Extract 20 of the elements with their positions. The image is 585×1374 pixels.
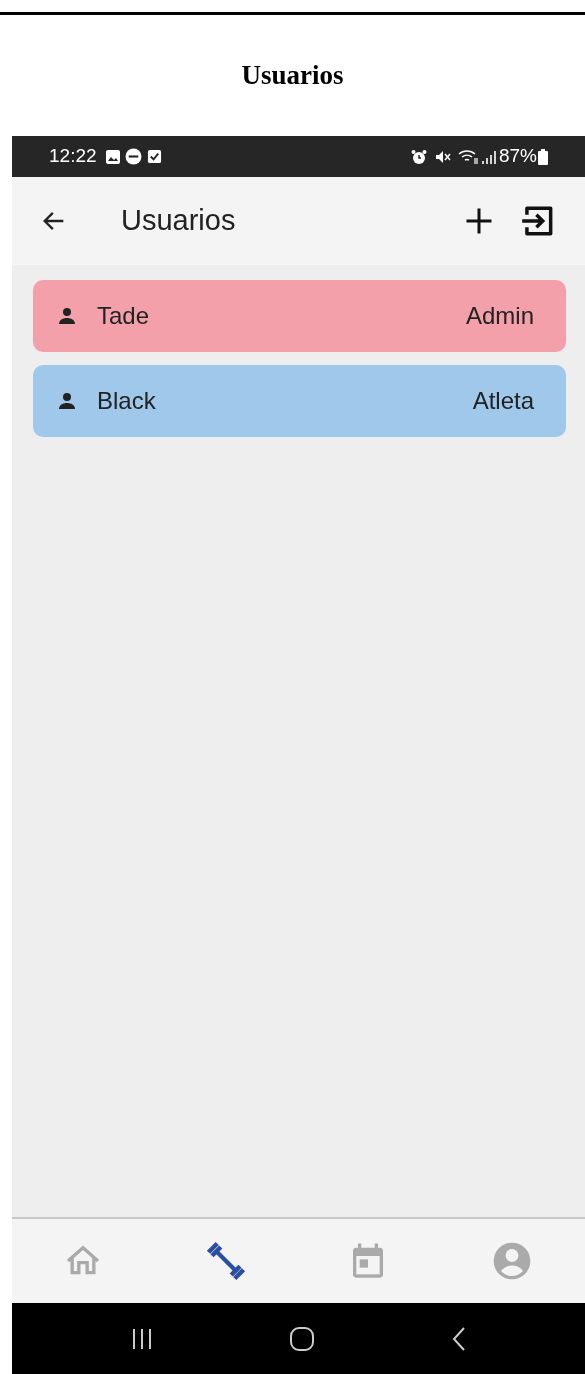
wifi-icon xyxy=(457,148,480,165)
user-card[interactable]: Tade Admin xyxy=(33,280,566,352)
battery-percentage: 87% xyxy=(498,144,537,169)
user-name: Black xyxy=(97,386,156,416)
status-time: 12:22 xyxy=(49,144,97,169)
battery-icon xyxy=(538,148,548,165)
do-not-disturb-icon xyxy=(124,148,142,165)
user-role: Atleta xyxy=(472,386,534,416)
checkbox-icon xyxy=(146,149,162,164)
home-button-icon[interactable] xyxy=(289,1325,316,1352)
back-icon[interactable] xyxy=(451,1325,468,1352)
alarm-icon xyxy=(410,148,427,165)
user-role: Admin xyxy=(465,301,534,331)
user-card[interactable]: Black Atleta xyxy=(33,365,566,437)
figure-caption: Usuarios xyxy=(241,59,344,93)
image-icon xyxy=(104,148,121,165)
dumbbell-icon[interactable] xyxy=(204,1240,247,1282)
screen-title: Usuarios xyxy=(121,203,236,239)
user-name: Tade xyxy=(97,301,150,331)
signal-icon xyxy=(481,148,496,165)
